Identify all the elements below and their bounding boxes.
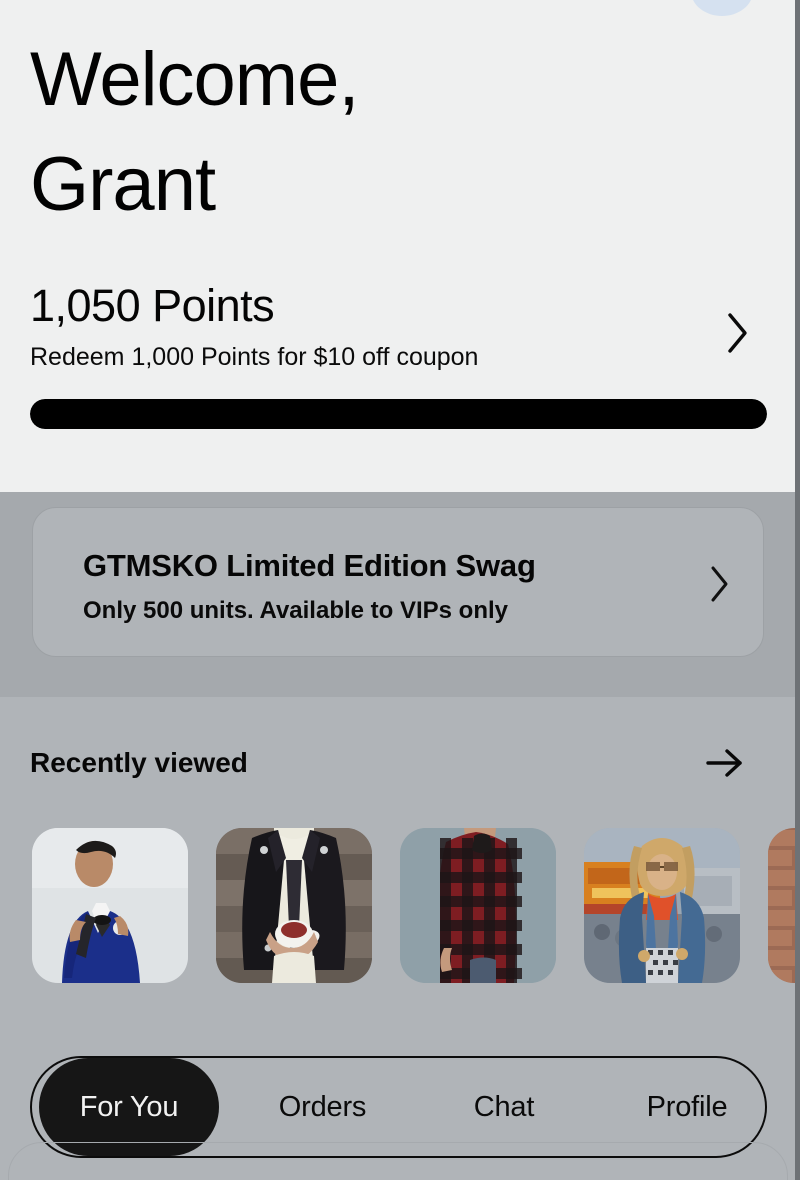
mobile-app-screen: Welcome, Grant 1,050 Points Redeem 1,000 … xyxy=(0,0,800,1180)
product-thumbnail-2[interactable] xyxy=(216,828,372,983)
greeting-line-1: Welcome, xyxy=(30,37,359,122)
promo-title: GTMSKO Limited Edition Swag xyxy=(83,548,536,583)
recently-viewed-carousel[interactable] xyxy=(0,828,795,988)
recently-viewed-header: Recently viewed xyxy=(30,743,765,783)
tab-label: Chat xyxy=(473,1090,535,1123)
promo-band: GTMSKO Limited Edition Swag Only 500 uni… xyxy=(0,492,795,697)
recently-viewed-section: Recently viewed xyxy=(0,697,795,1022)
greeting-line-2: Grant xyxy=(30,141,216,227)
arrow-right-icon[interactable] xyxy=(703,743,747,783)
page-title: Welcome, Grant xyxy=(30,28,550,238)
chevron-right-icon[interactable] xyxy=(725,311,751,355)
points-redeem-text: Redeem 1,000 Points for $10 off coupon xyxy=(30,342,479,371)
points-summary[interactable]: 1,050 Points Redeem 1,000 Points for $10… xyxy=(30,281,765,371)
promo-text-group: GTMSKO Limited Edition Swag Only 500 uni… xyxy=(83,548,683,624)
vertical-scrollbar[interactable] xyxy=(795,0,800,1180)
hero-section: Welcome, Grant 1,050 Points Redeem 1,000 … xyxy=(0,0,795,492)
product-thumbnail-5[interactable] xyxy=(768,828,795,983)
tab-label: Profile xyxy=(646,1090,728,1123)
points-value: 1,050 Points xyxy=(30,280,275,331)
points-progress-fill xyxy=(30,399,767,429)
chevron-right-icon[interactable] xyxy=(709,565,731,603)
tab-label: For You xyxy=(79,1090,179,1123)
sheet-edge-outline xyxy=(8,1142,788,1180)
section-title: Recently viewed xyxy=(30,747,248,778)
promo-card[interactable]: GTMSKO Limited Edition Swag Only 500 uni… xyxy=(32,507,764,657)
product-thumbnail-3[interactable] xyxy=(400,828,556,983)
product-thumbnail-1[interactable] xyxy=(32,828,188,983)
user-avatar[interactable] xyxy=(691,0,753,16)
promo-subtitle: Only 500 units. Available to VIPs only xyxy=(83,596,509,624)
product-thumbnail-4[interactable] xyxy=(584,828,740,983)
tab-label: Orders xyxy=(278,1090,367,1123)
points-progress-bar xyxy=(30,399,767,429)
